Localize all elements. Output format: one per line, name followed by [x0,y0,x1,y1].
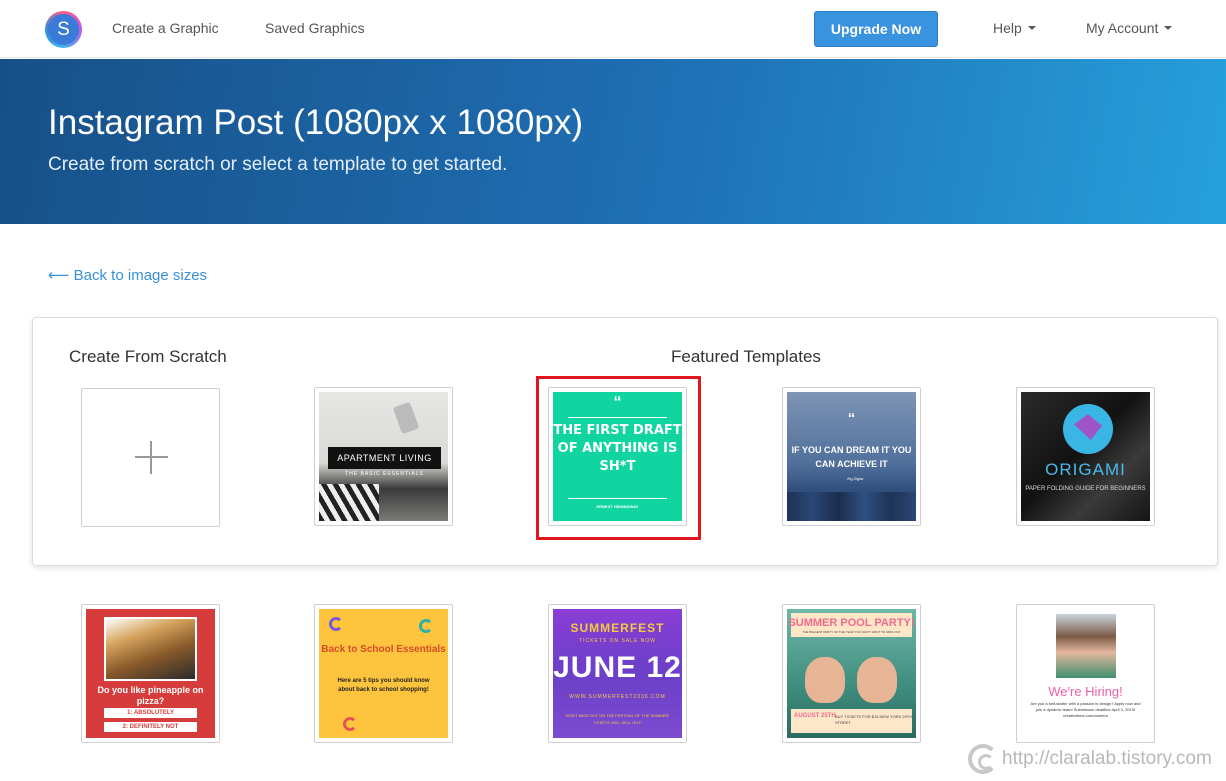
template-date: AUGUST 25TH [794,713,836,719]
pizza-photo [104,617,197,681]
nav-create-graphic[interactable]: Create a Graphic [112,20,219,36]
nav-help-label: Help [993,20,1022,36]
template-quote-text: THE FIRST DRAFT OF ANYTHING IS SH*T [553,423,682,474]
template-title: Back to School Essentials [321,644,446,655]
plus-icon-vertical [150,441,152,474]
page-title: Instagram Post (1080px x 1080px) [48,103,584,142]
template-origami[interactable]: ORIGAMI PAPER FOLDING GUIDE FOR BEGINNER… [1016,387,1155,526]
template-summer-pool-party[interactable]: SUMMER POOL PARTY! THE BIGGEST PARTY OF … [782,604,921,743]
template-title: SUMMER POOL PARTY! [788,617,915,629]
template-body-text: Are you a self-starter with a passion in… [1030,701,1141,718]
claralab-logo-icon [968,744,998,774]
squiggle-decoration [329,617,343,631]
template-body-text: Here are 5 tips you should know about ba… [337,678,430,693]
divider-line [568,498,667,499]
template-dream-it-quote[interactable]: “ IF YOU CAN DREAM IT YOU CAN ACHIEVE IT… [782,387,921,526]
chevron-down-icon [1164,26,1173,30]
template-title: ORIGAMI [1045,460,1126,479]
template-thumbnail: “ THE FIRST DRAFT OF ANYTHING IS SH*T ER… [553,392,682,521]
nav-my-account-dropdown[interactable]: My Account [1086,20,1173,36]
template-first-draft-quote[interactable]: “ THE FIRST DRAFT OF ANYTHING IS SH*T ER… [548,387,687,526]
template-quote-author: Zig Ziglar [847,476,864,481]
template-option-2: 2: DEFINITELY NOT [104,722,197,732]
template-date: JUNE 12 [553,651,682,684]
app-logo[interactable]: S [45,11,82,48]
quote-mark-icon: “ [847,410,856,427]
template-summerfest[interactable]: SUMMERFEST TICKETS ON SALE NOW JUNE 12 W… [548,604,687,743]
page-subtitle: Create from scratch or select a template… [48,154,508,175]
city-skyline-graphic [787,492,916,521]
squiggle-decoration [419,619,433,633]
create-from-scratch-heading: Create From Scratch [69,347,227,366]
template-thumbnail: SUMMERFEST TICKETS ON SALE NOW JUNE 12 W… [553,609,682,738]
template-title: We're Hiring! [1048,684,1123,699]
upgrade-now-button[interactable]: Upgrade Now [814,11,938,47]
person-graphic [857,657,897,703]
template-subtitle: TICKETS ON SALE NOW [579,638,656,644]
template-thumbnail: We're Hiring! Are you a self-starter wit… [1021,609,1150,738]
quote-mark-icon: “ [613,394,622,411]
template-subtitle: THE BIGGEST PARTY OF THE YEAR YOU DON'T … [802,630,901,634]
hero-banner: Instagram Post (1080px x 1080px) Create … [0,59,1226,224]
template-thumbnail: Back to School Essentials Here are 5 tip… [319,609,448,738]
template-back-to-school[interactable]: Back to School Essentials Here are 5 tip… [314,604,453,743]
template-quote-text: IF YOU CAN DREAM IT YOU CAN ACHIEVE IT [791,445,912,469]
template-title: APARTMENT LIVING [328,447,441,469]
nav-saved-graphics[interactable]: Saved Graphics [265,20,365,36]
person-graphic [805,657,845,703]
chevron-down-icon [1027,26,1036,30]
create-from-scratch-card[interactable] [81,388,220,527]
nav-my-account-label: My Account [1086,20,1159,36]
squiggle-decoration [343,717,357,731]
template-thumbnail: “ IF YOU CAN DREAM IT YOU CAN ACHIEVE IT… [787,392,916,521]
template-info: BUY TICKETS FOR $15 NEW YORK 29TH STREET [835,714,913,725]
nav-help-dropdown[interactable]: Help [993,20,1036,36]
template-subtitle: PAPER FOLDING GUIDE FOR BEGINNERS [1025,486,1146,492]
template-question: Do you like pineapple on pizza? [97,685,204,706]
template-thumbnail: ORIGAMI PAPER FOLDING GUIDE FOR BEGINNER… [1021,392,1150,521]
featured-templates-heading: Featured Templates [671,347,821,366]
template-pineapple-pizza[interactable]: Do you like pineapple on pizza? 1: ABSOL… [81,604,220,743]
template-url: WWW.SUMMERFEST2036.COM [569,694,666,700]
template-small-text: DON'T MISS OUT ON THE FESTIVAL OF THE SU… [565,713,670,725]
template-title: SUMMERFEST [570,621,665,635]
watermark: http://claralab.tistory.com [968,740,1212,778]
template-thumbnail: SUMMER POOL PARTY! THE BIGGEST PARTY OF … [787,609,916,738]
template-thumbnail: APARTMENT LIVING THE BASIC ESSENTIALS [319,392,448,521]
top-navbar: S Create a Graphic Saved Graphics Upgrad… [0,0,1226,58]
template-thumbnail: Do you like pineapple on pizza? 1: ABSOL… [86,609,215,738]
portrait-photo [1056,614,1116,678]
lamp-graphic [392,401,420,435]
template-apartment-living[interactable]: APARTMENT LIVING THE BASIC ESSENTIALS [314,387,453,526]
watermark-url: http://claralab.tistory.com [1002,748,1212,769]
divider-line [568,417,667,418]
template-quote-author: ERNEST HEMINGWAY [596,504,639,509]
pillow-graphic [319,484,379,521]
template-were-hiring[interactable]: We're Hiring! Are you a self-starter wit… [1016,604,1155,743]
back-to-image-sizes-link[interactable]: ⟵ Back to image sizes [48,266,207,284]
template-subtitle: THE BASIC ESSENTIALS [345,471,424,477]
template-option-1: 1: ABSOLUTELY [104,708,197,718]
logo-letter: S [48,14,79,45]
